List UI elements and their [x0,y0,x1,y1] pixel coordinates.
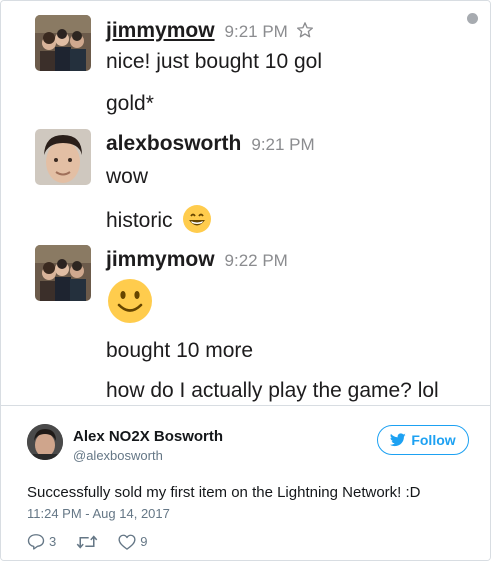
tweet-actions: 3 9 [27,533,167,550]
tweet-text: Successfully sold my first item on the L… [27,484,421,501]
username-text[interactable]: jimmymow [106,19,215,42]
message-time[interactable]: 9:21 PM [251,135,314,155]
follow-label[interactable]: Follow [411,432,455,448]
follow-button[interactable]: Follow [377,425,469,455]
screenshot-card: jimmymow 9:21 PM nice! just bought 10 gol… [0,0,491,561]
avatar-jimmymow[interactable] [35,245,91,301]
avatar-alexbosworth[interactable] [35,129,91,185]
heart-icon [118,534,136,550]
reply-icon [27,534,45,550]
message-line: bought 10 more [106,339,254,362]
info-icon[interactable] [467,13,478,24]
tweet-author-handle[interactable]: @alexbosworth [73,448,163,463]
tweet-date[interactable]: 11:24 PM - Aug 14, 2017 [27,506,170,521]
tweet-avatar[interactable] [27,424,63,460]
message-line: nice! just bought 10 gol [106,50,322,73]
message-line: wow [106,165,149,188]
username-jimmymow[interactable]: jimmymow 9:21 PM [106,19,314,43]
smiling-emoji-icon [108,279,152,323]
message-line: gold* [106,92,154,115]
message-line: historic [106,204,212,234]
username-jimmymow[interactable]: jimmymow 9:22 PM [106,248,288,272]
grinning-emoji-icon [183,205,212,233]
slack-conversation: jimmymow 9:21 PM nice! just bought 10 gol… [1,1,490,405]
star-icon[interactable] [296,21,314,39]
message-time[interactable]: 9:21 PM [225,22,288,42]
like-count: 9 [140,534,148,549]
twitter-bird-icon [390,433,407,447]
reply-count: 3 [49,534,57,549]
reply-action[interactable]: 3 [27,533,56,550]
avatar-jimmymow[interactable] [35,15,91,71]
retweet-action[interactable] [76,534,98,550]
tweet-card: Alex NO2X Bosworth @alexbosworth Follow … [1,405,490,560]
tweet-author-name[interactable]: Alex NO2X Bosworth [73,428,223,445]
username-text[interactable]: jimmymow [106,248,215,271]
username-alexbosworth[interactable]: alexbosworth 9:21 PM [106,132,315,156]
like-action[interactable]: 9 [118,534,147,550]
message-line: how do I actually play the game? lol [106,379,439,402]
message-time[interactable]: 9:22 PM [225,251,288,271]
retweet-icon [76,534,98,549]
username-text[interactable]: alexbosworth [106,132,241,155]
message-text: historic [106,209,173,232]
